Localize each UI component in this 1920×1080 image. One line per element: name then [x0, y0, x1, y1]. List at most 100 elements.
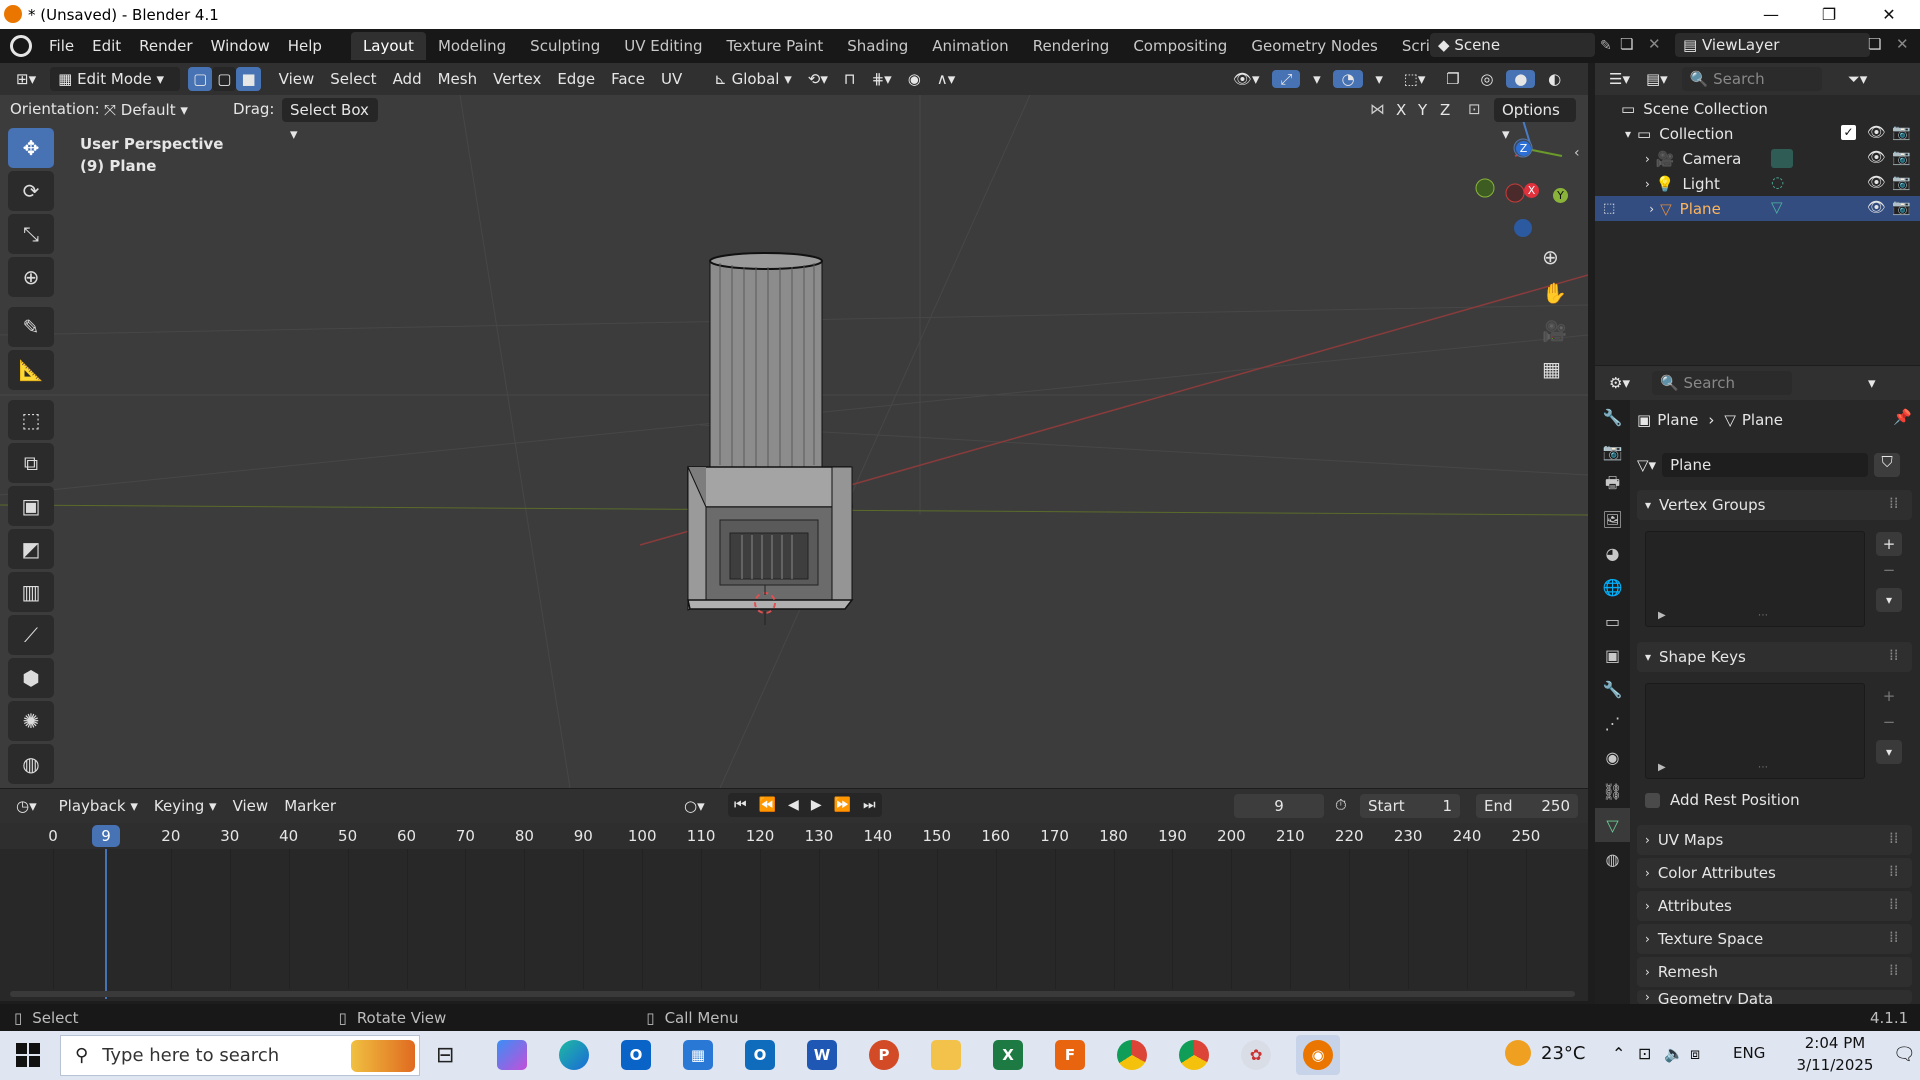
gizmo-x-label[interactable]: X	[1524, 183, 1539, 198]
add-cube-tool-icon[interactable]: ⬚	[8, 400, 54, 440]
windows-start-icon[interactable]	[16, 1043, 40, 1067]
drag-handle-icon[interactable]: ⁞⁞	[1889, 895, 1899, 913]
add-shape-key-icon[interactable]: +	[1876, 684, 1902, 708]
mirror-icon[interactable]: ⋈	[1370, 100, 1385, 118]
xray-toggle-icon[interactable]: ❐	[1438, 70, 1467, 88]
navigation-gizmo[interactable]	[1475, 119, 1563, 237]
light-data-icon[interactable]: ◌	[1771, 173, 1784, 191]
chevron-down-icon[interactable]: ▾	[1625, 127, 1631, 141]
excel-app-icon[interactable]: X	[986, 1035, 1030, 1075]
tab-modeling[interactable]: Modeling	[426, 32, 518, 60]
menu-mesh[interactable]: Mesh	[430, 67, 486, 91]
jump-keyframe-back-icon[interactable]: ⏪	[753, 797, 782, 813]
paint-app-icon[interactable]: ✿	[1234, 1035, 1278, 1075]
shape-key-specials-icon[interactable]: ▾	[1876, 740, 1902, 764]
weather-icon[interactable]	[1505, 1040, 1531, 1066]
inset-tool-icon[interactable]: ▣	[8, 486, 54, 526]
mirror-y-toggle[interactable]: Y	[1414, 98, 1431, 122]
vertex-groups-panel-header[interactable]: ▾ Vertex Groups ⁞⁞	[1637, 490, 1912, 520]
drag-handle-icon[interactable]: ⁞⁞	[1889, 961, 1899, 979]
menu-timeline-view[interactable]: View	[225, 794, 277, 818]
play-reverse-icon[interactable]: ◀	[782, 797, 805, 813]
outliner-row-camera[interactable]: › 🎥 Camera 👁 📷	[1595, 146, 1920, 171]
pin-scene-icon[interactable]: ✎	[1600, 38, 1612, 54]
auto-keying-icon[interactable]: ○▾	[676, 794, 713, 818]
network-icon[interactable]: ⊡	[1638, 1044, 1651, 1063]
visibility-icon[interactable]: 👁▾	[1225, 70, 1268, 88]
play-icon[interactable]: ▶	[805, 797, 828, 813]
task-view-icon[interactable]: ⊟	[436, 1043, 454, 1068]
mesh-name-field[interactable]: Plane	[1662, 453, 1869, 477]
transform-orientation-dropdown[interactable]: ⊾ Global ▾	[706, 67, 800, 91]
scene-selector[interactable]: ◆ Scene	[1430, 33, 1595, 57]
mesh-object[interactable]	[687, 252, 854, 611]
3d-viewport[interactable]: Z X Y User Perspective (9) Plane ⊕ ✋ 🎥 ▦…	[0, 95, 1588, 788]
drag-handle-icon[interactable]: ⁞⁞	[1889, 862, 1899, 880]
spin-tool-icon[interactable]: ✺	[8, 701, 54, 741]
camera-data-icon[interactable]	[1771, 149, 1793, 168]
chrome-app-icon[interactable]	[1110, 1035, 1154, 1075]
display-mode-icon[interactable]: ▤▾	[1638, 67, 1676, 91]
chevron-right-icon[interactable]: ›	[1645, 177, 1650, 191]
proportional-edit-icon[interactable]: ◉	[900, 67, 929, 91]
options-dropdown[interactable]: Options ▾	[1494, 98, 1576, 143]
outliner-search-input[interactable]: 🔍 Search	[1681, 67, 1822, 91]
jump-end-icon[interactable]: ⏭	[857, 797, 882, 813]
constraints-tab-icon[interactable]: ⛓	[1595, 774, 1630, 808]
view-layer-tab-icon[interactable]: 🖼	[1595, 502, 1630, 536]
edge-select-icon[interactable]: ▢	[212, 67, 237, 91]
timeline-scrollbar[interactable]	[10, 991, 1575, 997]
measure-tool-icon[interactable]: 📐	[8, 350, 54, 390]
chrome-profile-app-icon[interactable]	[1172, 1035, 1216, 1075]
transform-tool-icon[interactable]: ⊕	[8, 257, 54, 297]
mesh-overlay-icon[interactable]: ⬚▾	[1396, 70, 1434, 88]
menu-edit[interactable]: Edit	[83, 33, 130, 59]
tab-uv-editing[interactable]: UV Editing	[612, 32, 714, 60]
mirror-x-toggle[interactable]: X	[1392, 98, 1410, 122]
eye-icon[interactable]: 👁	[1867, 148, 1886, 166]
eye-icon[interactable]: 👁	[1867, 198, 1886, 216]
menu-window[interactable]: Window	[202, 33, 279, 59]
snap-target-icon[interactable]: ⋕▾	[864, 67, 900, 91]
language-indicator[interactable]: ENG	[1733, 1044, 1765, 1062]
zoom-icon[interactable]: ⊕	[1542, 245, 1559, 269]
mode-selector[interactable]: ▦ Edit Mode ▾	[50, 67, 181, 91]
volume-icon[interactable]: 🔈	[1664, 1044, 1684, 1063]
resize-grip-icon[interactable]: ⋯	[1758, 762, 1768, 773]
mesh-data-tab-icon[interactable]: ▽	[1595, 808, 1630, 842]
menu-select[interactable]: Select	[322, 67, 384, 91]
geometry-data-panel-header[interactable]: › Geometry Data	[1637, 990, 1912, 1004]
add-vertex-group-icon[interactable]: +	[1876, 532, 1902, 556]
outliner-row-plane[interactable]: ⬚ › ▽ Plane ▽ 👁 📷	[1595, 196, 1920, 221]
weather-temp[interactable]: 23°C	[1541, 1043, 1585, 1064]
new-scene-icon[interactable]: ❏	[1620, 35, 1633, 53]
outlook-new-app-icon[interactable]: O	[614, 1035, 658, 1075]
vertex-group-specials-icon[interactable]: ▾	[1876, 588, 1902, 612]
playhead-line[interactable]	[105, 849, 107, 999]
properties-editor-icon[interactable]: ⚙▾	[1601, 371, 1638, 395]
particles-tab-icon[interactable]: ⋰	[1595, 706, 1630, 740]
perspective-toggle-icon[interactable]: ▦	[1542, 357, 1561, 381]
topology-mirror-icon[interactable]: ⊡	[1468, 100, 1481, 118]
menu-edge[interactable]: Edge	[549, 67, 603, 91]
clock-date[interactable]: 3/11/2025	[1788, 1056, 1882, 1074]
word-app-icon[interactable]: W	[800, 1035, 844, 1075]
powerpoint-app-icon[interactable]: P	[862, 1035, 906, 1075]
mesh-data-icon[interactable]: ▽	[1771, 198, 1783, 216]
hidden-icons-chevron-icon[interactable]: ⌃	[1612, 1044, 1625, 1063]
delete-view-layer-icon[interactable]: ✕	[1896, 35, 1909, 53]
pivot-point-icon[interactable]: ⟲▾	[800, 67, 836, 91]
add-rest-position-checkbox[interactable]	[1645, 792, 1660, 808]
physics-tab-icon[interactable]: ◉	[1595, 740, 1630, 774]
gizmo-toggle-icon[interactable]: ⤢	[1272, 70, 1301, 88]
color-attributes-panel-header[interactable]: › Color Attributes ⁞⁞	[1637, 858, 1912, 888]
knife-tool-icon[interactable]: ⟋	[8, 615, 54, 655]
tab-rendering[interactable]: Rendering	[1021, 32, 1122, 60]
world-tab-icon[interactable]: 🌐	[1595, 570, 1630, 604]
shape-keys-list[interactable]: ▶ ⋯	[1645, 683, 1865, 779]
snap-toggle-icon[interactable]: ⊓	[836, 67, 864, 91]
drag-handle-icon[interactable]: ⁞⁞	[1889, 829, 1899, 847]
mirror-z-toggle[interactable]: Z	[1436, 98, 1454, 122]
editor-type-icon[interactable]: ⊞▾	[8, 67, 44, 91]
object-tab-icon[interactable]: ▣	[1595, 638, 1630, 672]
